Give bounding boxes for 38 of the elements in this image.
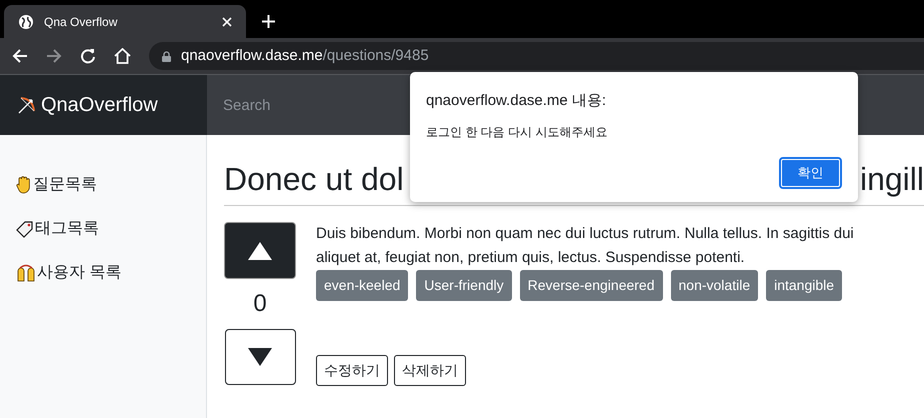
action-button[interactable]: 삭제하기: [394, 355, 466, 386]
up-triangle-icon: [248, 242, 272, 260]
dialog-message: 로그인 한 다음 다시 시도해주세요: [426, 124, 608, 140]
home-icon[interactable]: [114, 48, 131, 64]
lock-icon: [162, 50, 171, 62]
raised-hands-icon: [16, 264, 36, 282]
ok-button[interactable]: 확인: [779, 156, 842, 188]
action-button[interactable]: 수정하기: [316, 355, 388, 386]
question-title: Donec ut dol: [224, 160, 404, 199]
reload-icon[interactable]: [80, 48, 96, 64]
tag[interactable]: User-friendly: [416, 270, 512, 301]
tag[interactable]: even-keeled: [316, 270, 408, 301]
bow-and-arrow-icon: [17, 95, 37, 115]
hand-icon: [16, 176, 32, 194]
back-arrow-icon[interactable]: [12, 48, 28, 64]
dialog-title: qnaoverflow.dase.me 내용:: [426, 91, 608, 111]
browser-tab[interactable]: Qna Overflow: [4, 5, 246, 38]
sidebar-link[interactable]: 사용자 목록: [16, 261, 206, 285]
down-triangle-icon: [248, 348, 272, 366]
downvote-button[interactable]: [224, 329, 296, 385]
new-tab-icon[interactable]: [262, 15, 275, 28]
close-icon[interactable]: [222, 16, 232, 26]
tag[interactable]: non-volatile: [670, 270, 758, 301]
tab-title: Qna Overflow: [44, 14, 118, 30]
question-title: ingill: [860, 160, 924, 199]
sidebar-link[interactable]: 질문목록: [16, 173, 206, 197]
globe-icon: [18, 14, 34, 30]
upvote-button[interactable]: [224, 222, 296, 279]
vote-count: 0: [253, 289, 267, 319]
url-text: qnaoverflow.dase.me/questions/9485: [181, 46, 429, 66]
tag[interactable]: intangible: [766, 270, 842, 301]
brand-name[interactable]: QnaOverflow: [41, 90, 158, 120]
question-body: Duis bibendum. Morbi non quam nec dui luctus rutrum. Nulla tellus. In sagittis dui aliquet at, feugiat non, pretium quis, lectus. Suspendisse potenti.: [316, 224, 854, 268]
tag[interactable]: Reverse-engineered: [520, 270, 662, 301]
sidebar-link[interactable]: 태그목록: [16, 217, 206, 241]
address-bar[interactable]: qnaoverflow.dase.me/questions/9485: [149, 42, 924, 70]
forward-arrow-icon[interactable]: [46, 48, 62, 64]
tag-icon: [16, 220, 34, 238]
